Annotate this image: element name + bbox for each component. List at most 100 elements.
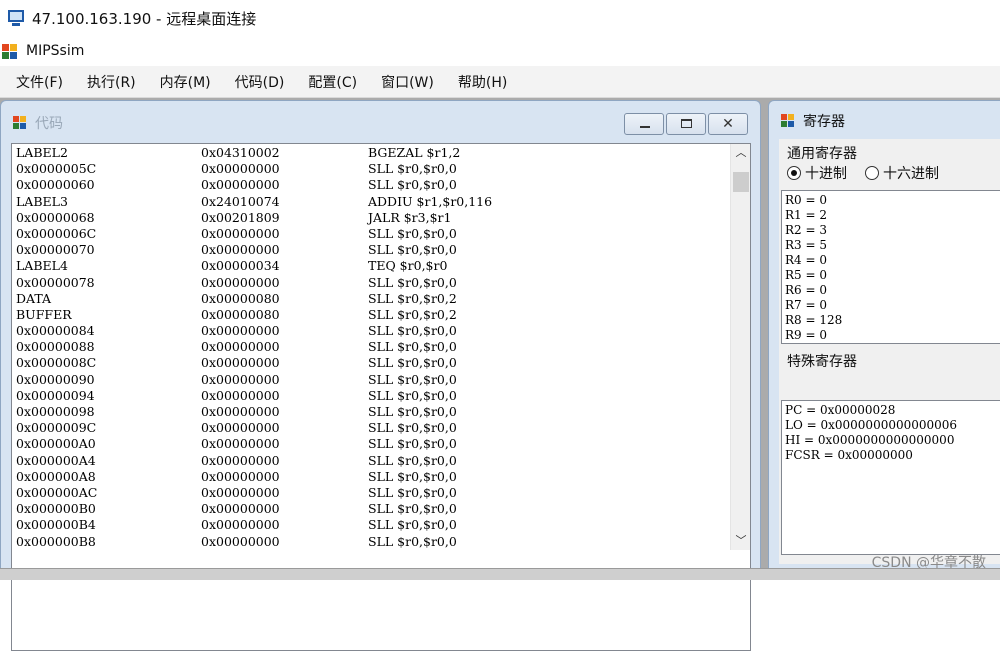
special-registers-list[interactable]: PC = 0x00000028 LO = 0x0000000000000006 … <box>781 400 1000 555</box>
menu-config[interactable]: 配置(C) <box>298 68 367 96</box>
general-registers-list[interactable]: R0 = 0 R1 = 2 R2 = 3 R3 = 5 R4 = 0 R5 = … <box>781 190 1000 344</box>
menu-window[interactable]: 窗口(W) <box>371 68 444 96</box>
code-row[interactable]: LABEL2 0x04310002 BGEZAL $r1,2 <box>16 145 728 161</box>
register-r8: R8 = 128 <box>785 313 843 327</box>
register-r7: R7 = 0 <box>785 298 827 312</box>
code-address: 0x000000A0 <box>16 436 96 452</box>
menu-file[interactable]: 文件(F) <box>6 68 73 96</box>
code-row[interactable]: 0x000000AC 0x00000000 SLL $r0,$r0,0 <box>16 485 728 501</box>
code-machine-word: 0x00000000 <box>201 242 280 258</box>
code-row[interactable]: 0x0000006C 0x00000000 SLL $r0,$r0,0 <box>16 226 728 242</box>
special-registers-label: 特殊寄存器 <box>787 354 857 370</box>
code-row[interactable]: 0x0000009C 0x00000000 SLL $r0,$r0,0 <box>16 420 728 436</box>
code-row[interactable]: 0x00000078 0x00000000 SLL $r0,$r0,0 <box>16 275 728 291</box>
maximize-icon <box>681 119 692 128</box>
code-machine-word: 0x00000000 <box>201 371 280 387</box>
register-window-title: 寄存器 <box>803 114 845 130</box>
code-instruction: SLL $r0,$r0,0 <box>368 225 457 241</box>
radio-hex-label[interactable]: 十六进制 <box>883 163 939 183</box>
code-row[interactable]: 0x00000060 0x00000000 SLL $r0,$r0,0 <box>16 177 728 193</box>
code-machine-word: 0x04310002 <box>201 145 280 160</box>
scroll-down-icon[interactable]: ﹀ <box>731 532 751 550</box>
code-row[interactable]: 0x000000B4 0x00000000 SLL $r0,$r0,0 <box>16 517 728 533</box>
register-r3: R3 = 5 <box>785 238 827 252</box>
radio-decimal[interactable] <box>787 166 801 180</box>
code-instruction: SLL $r0,$r0,0 <box>368 274 457 290</box>
code-address: 0x00000090 <box>16 371 95 387</box>
code-address: 0x000000A8 <box>16 468 96 484</box>
close-button[interactable]: ✕ <box>708 113 748 135</box>
code-address: 0x00000094 <box>16 387 95 403</box>
code-row[interactable]: 0x000000A0 0x00000000 SLL $r0,$r0,0 <box>16 436 728 452</box>
code-address: 0x000000B0 <box>16 501 96 517</box>
close-icon: ✕ <box>722 116 734 132</box>
code-instruction: SLL $r0,$r0,0 <box>368 371 457 387</box>
code-instruction: SLL $r0,$r0,0 <box>368 323 457 339</box>
code-machine-word: 0x00000000 <box>201 274 280 290</box>
code-address: 0x0000009C <box>16 420 97 436</box>
code-address: 0x00000070 <box>16 242 95 258</box>
code-instruction: SLL $r0,$r0,0 <box>368 387 457 403</box>
menu-code[interactable]: 代码(D) <box>225 68 295 96</box>
code-address: LABEL3 <box>16 193 68 209</box>
code-row[interactable]: LABEL3 0x24010074 ADDIU $r1,$r0,116 <box>16 194 728 210</box>
code-window-titlebar[interactable]: 代码 ✕ <box>1 101 760 145</box>
code-row[interactable]: 0x00000068 0x00201809 JALR $r3,$r1 <box>16 210 728 226</box>
code-address: 0x00000084 <box>16 323 95 339</box>
code-row[interactable]: 0x00000088 0x00000000 SLL $r0,$r0,0 <box>16 339 728 355</box>
register-r5: R5 = 0 <box>785 268 827 282</box>
menu-help[interactable]: 帮助(H) <box>448 68 517 96</box>
radio-decimal-label[interactable]: 十进制 <box>805 163 847 183</box>
code-machine-word: 0x00000000 <box>201 323 280 339</box>
radix-radio-group: 十进制 十六进制 <box>787 163 957 183</box>
code-vertical-scrollbar[interactable]: ︿ ﹀ <box>730 144 750 550</box>
code-row[interactable]: 0x00000070 0x00000000 SLL $r0,$r0,0 <box>16 242 728 258</box>
scroll-thumb[interactable] <box>733 172 749 192</box>
code-machine-word: 0x00000000 <box>201 420 280 436</box>
code-row[interactable]: 0x000000A8 0x00000000 SLL $r0,$r0,0 <box>16 469 728 485</box>
code-address: 0x000000B8 <box>16 533 96 549</box>
code-instruction: BGEZAL $r1,2 <box>368 145 461 160</box>
menu-memory[interactable]: 内存(M) <box>150 68 221 96</box>
register-lo: LO = 0x0000000000000006 <box>785 418 958 432</box>
scroll-up-icon[interactable]: ︿ <box>731 144 751 162</box>
code-row[interactable]: 0x0000008C 0x00000000 SLL $r0,$r0,0 <box>16 355 728 371</box>
minimize-button[interactable] <box>624 113 664 135</box>
register-window-titlebar[interactable]: 寄存器 <box>769 101 1000 141</box>
code-row[interactable]: 0x00000094 0x00000000 SLL $r0,$r0,0 <box>16 388 728 404</box>
code-row[interactable]: 0x00000098 0x00000000 SLL $r0,$r0,0 <box>16 404 728 420</box>
maximize-button[interactable] <box>666 113 706 135</box>
code-row[interactable]: 0x000000A4 0x00000000 SLL $r0,$r0,0 <box>16 453 728 469</box>
code-row[interactable]: BUFFER 0x00000080 SLL $r0,$r0,2 <box>16 307 728 323</box>
code-machine-word: 0x00000000 <box>201 452 280 468</box>
code-machine-word: 0x00000000 <box>201 355 280 371</box>
register-window: 寄存器 通用寄存器 十进制 十六进制 R0 = 0 R1 = 2 R2 = 3 … <box>768 100 1000 570</box>
code-machine-word: 0x00000080 <box>201 290 280 306</box>
code-row[interactable]: 0x0000005C 0x00000000 SLL $r0,$r0,0 <box>16 161 728 177</box>
code-row[interactable]: 0x00000084 0x00000000 SLL $r0,$r0,0 <box>16 323 728 339</box>
code-instruction: SLL $r0,$r0,0 <box>368 484 457 500</box>
bottom-strip <box>0 568 1000 580</box>
code-row[interactable]: 0x000000B8 0x00000000 SLL $r0,$r0,0 <box>16 534 728 550</box>
code-row[interactable]: LABEL4 0x00000034 TEQ $r0,$r0 <box>16 258 728 274</box>
code-row[interactable]: 0x000000B0 0x00000000 SLL $r0,$r0,0 <box>16 501 728 517</box>
rdp-titlebar: 47.100.163.190 - 远程桌面连接 <box>0 0 1000 36</box>
code-instruction: JALR $r3,$r1 <box>368 209 452 225</box>
code-machine-word: 0x00000000 <box>201 517 280 533</box>
code-address: 0x000000AC <box>16 484 98 500</box>
code-row[interactable]: 0x00000090 0x00000000 SLL $r0,$r0,0 <box>16 372 728 388</box>
general-registers-label: 通用寄存器 <box>787 146 857 162</box>
remote-desktop-icon <box>6 8 28 28</box>
code-machine-word: 0x00000000 <box>201 387 280 403</box>
code-instruction: SLL $r0,$r0,0 <box>368 533 457 549</box>
code-row[interactable]: DATA 0x00000080 SLL $r0,$r0,2 <box>16 291 728 307</box>
code-machine-word: 0x00000080 <box>201 306 280 322</box>
register-window-icon <box>781 113 797 129</box>
code-address: DATA <box>16 290 52 306</box>
code-instruction: SLL $r0,$r0,0 <box>368 161 457 177</box>
app-title: MIPSsim <box>26 43 85 59</box>
code-machine-word: 0x00000000 <box>201 533 280 549</box>
register-r4: R4 = 0 <box>785 253 827 267</box>
menu-run[interactable]: 执行(R) <box>77 68 146 96</box>
radio-hex[interactable] <box>865 166 879 180</box>
